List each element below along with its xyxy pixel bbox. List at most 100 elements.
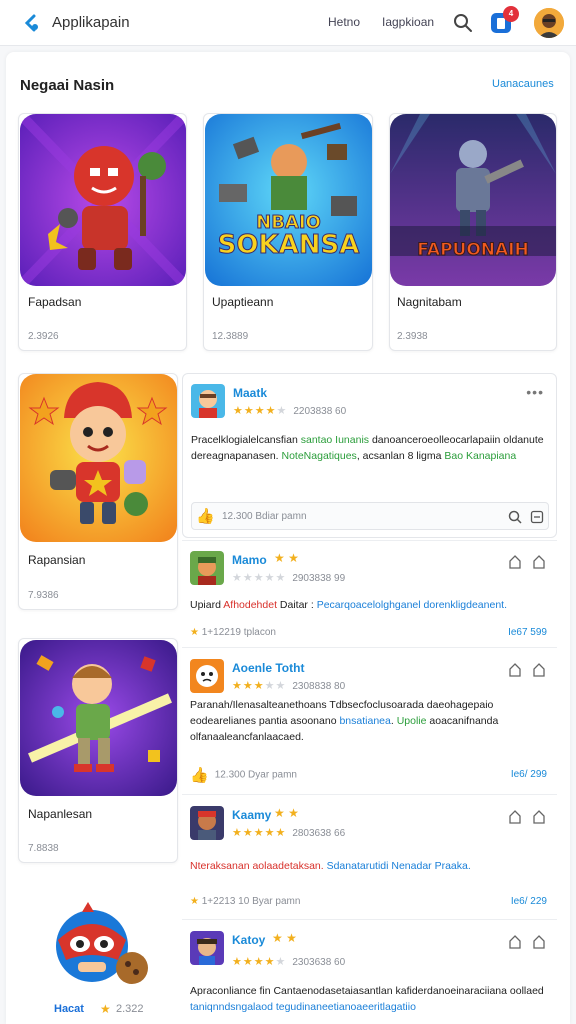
side-art-1	[20, 374, 177, 542]
review-5-text-part: oollaed	[509, 985, 544, 997]
review-5-text-part: Apraconliance fin Cantaenodasetaiasantla…	[190, 985, 510, 997]
search-icon[interactable]	[452, 12, 474, 34]
game-art-2-title: NBAIO SOKANSA	[205, 212, 372, 260]
review-card-5: Katoy ★ ★ ★★★★★ 2303638 60 Apraconliance …	[182, 921, 557, 1024]
side-card-2-meta: 7.8838	[28, 843, 59, 854]
section-title: Negaai Nasin	[20, 77, 115, 94]
review-2-author[interactable]: Mamo	[232, 553, 267, 567]
review-4-foot-text: 1+2213 10 Byar pamn	[201, 896, 301, 907]
review-4-rating: ★★★★★ 2803638 66	[232, 827, 346, 839]
review-3-date: 2308838 80	[292, 681, 346, 692]
review-4-author[interactable]: Kaamy	[232, 808, 271, 822]
review-4-foot: ★ 1+2213 10 Byar pamn	[190, 896, 300, 907]
like-icon[interactable]	[508, 810, 522, 824]
review-5-text: Apraconliance fin Cantaenodasetaiasantla…	[190, 983, 546, 1015]
side-card-2-name: Napanlesan	[28, 807, 93, 821]
review-1-text-part: , acsanlan 8 ligma	[356, 450, 445, 462]
side-card-3-meta: 2.322	[116, 1003, 144, 1015]
review-2-text-part: Upiard	[190, 599, 224, 611]
review-3-link[interactable]: Ie6/ 299	[511, 769, 547, 780]
game-art-3-title: FAPUONAIH	[417, 240, 529, 261]
review-card-4: Kaamy ★ ★ ★★★★★ 2803638 66 Nteraksanan ao…	[182, 796, 557, 920]
star-icon: ★	[190, 896, 199, 907]
review-1-reply-box[interactable]: 👍 12.300 Bdiar pamn	[191, 502, 549, 530]
review-2-text-highlight: Afhodehdet	[223, 599, 277, 611]
review-4-text-highlight: Nteraksanan aolaadetaksan.	[190, 860, 327, 872]
review-5-author[interactable]: Katoy	[232, 933, 265, 947]
app-card-2-meta: 12.3889	[212, 331, 249, 342]
side-card-1-meta: 7.9386	[28, 590, 59, 601]
edit-icon[interactable]	[530, 510, 544, 524]
review-2-avatar	[190, 551, 224, 585]
review-3-author[interactable]: Aoenle Totht	[232, 661, 304, 675]
game-art-3	[390, 114, 556, 286]
review-5-text-highlight: taniqnndsngalaod tegudinaneetianoaeeritl…	[190, 1001, 416, 1013]
like-icon[interactable]	[508, 935, 522, 949]
review-1-text-part: Pracelklogialelcansfian	[191, 434, 301, 446]
review-3-text-highlight: bnsatianea	[339, 715, 391, 727]
review-4-link[interactable]: Ie6/ 229	[511, 896, 547, 907]
review-2-text-part: Daitar :	[277, 599, 317, 611]
review-2-badge-stars: ★ ★	[274, 551, 299, 565]
review-3-foot: 👍 12.300 Dyar pamn	[190, 766, 297, 784]
review-1-text-highlight: NoteNagatiques	[281, 450, 357, 462]
more-options-icon[interactable]: •••	[526, 384, 544, 400]
review-3-rating: ★★★★★ 2308838 80	[232, 680, 346, 692]
nav-item-apps[interactable]: Iagpkioan	[382, 15, 434, 29]
review-2-text-highlight: Pecarqoacelolghganel dorenkligdeanent.	[316, 599, 507, 611]
app-title: Applikapain	[52, 14, 130, 31]
review-5-date: 2303638 60	[292, 957, 346, 968]
review-1-avatar	[191, 384, 225, 418]
app-card-3-meta: 2.3938	[397, 331, 428, 342]
side-card-1-name: Rapansian	[28, 553, 86, 567]
thumbs-up-icon[interactable]: 👍	[190, 767, 209, 784]
review-4-date: 2803638 66	[292, 828, 346, 839]
back-logo-icon[interactable]	[20, 12, 42, 34]
review-3-foot-text: 12.300 Dyar pamn	[214, 769, 297, 781]
review-3-text-highlight: Upolie	[396, 715, 427, 727]
review-1-text: Pracelklogialelcansfian santao Iunanis d…	[191, 432, 547, 464]
side-card-3-star-icon: ★	[100, 1002, 111, 1016]
like-icon[interactable]	[508, 555, 522, 569]
review-2-date: 2903838 99	[292, 573, 346, 584]
review-5-badge-stars: ★ ★	[272, 931, 297, 945]
nav-item-home[interactable]: Hetno	[328, 15, 360, 29]
review-2-text: Upiard Afhodehdet Daitar : Pecarqoacelol…	[190, 597, 546, 613]
review-4-badge-stars: ★ ★	[274, 806, 299, 820]
review-4-avatar	[190, 806, 224, 840]
star-icon: ★	[190, 627, 199, 638]
see-more-link[interactable]: Uanacaunes	[492, 78, 554, 90]
review-5-avatar	[190, 931, 224, 965]
app-card-2-name: Upaptieann	[212, 295, 274, 309]
game-art-2-title-line2: SOKANSA	[217, 230, 360, 260]
review-4-text-highlight: Sdanatarutidi Nenadar Praaka.	[326, 860, 471, 872]
game-art-1	[20, 114, 186, 286]
share-icon[interactable]	[532, 663, 546, 677]
app-card-1-name: Fapadsan	[28, 295, 82, 309]
game-art-2	[205, 114, 372, 286]
app-card-3-name: Nagnitabam	[397, 295, 462, 309]
share-icon[interactable]	[532, 555, 546, 569]
review-1-text-highlight: santao Iunanis	[300, 434, 370, 446]
review-card-2: Mamo ★ ★ ★★★★★ 2903838 99 Upiard Afhodehd…	[182, 540, 557, 648]
review-5-rating: ★★★★★ 2303638 60	[232, 956, 346, 968]
review-1-author[interactable]: Maatk	[233, 386, 267, 400]
thumbs-up-icon[interactable]: 👍	[196, 507, 215, 525]
review-card-3: Aoenle Totht ★★★★★ 2308838 80 Paranah/Ile…	[182, 649, 557, 795]
review-2-foot-text: 1+12219 tplacon	[201, 627, 276, 638]
search-icon[interactable]	[508, 510, 522, 524]
review-1-text-highlight: Bao Kanapiana	[444, 450, 517, 462]
app-card-1-meta: 2.3926	[28, 331, 59, 342]
review-2-link[interactable]: Ie67 599	[508, 627, 547, 638]
review-1-reply-label: 12.300 Bdiar pamn	[222, 511, 307, 522]
like-icon[interactable]	[508, 663, 522, 677]
review-3-avatar	[190, 659, 224, 693]
side-card-3-name: Hacat	[54, 1003, 84, 1015]
review-1-date: 2203838 60	[293, 406, 347, 417]
review-2-foot: ★ 1+12219 tplacon	[190, 627, 276, 638]
share-icon[interactable]	[532, 810, 546, 824]
review-2-rating: ★★★★★ 2903838 99	[232, 572, 346, 584]
review-4-text: Nteraksanan aolaadetaksan. Sdanatarutidi…	[190, 858, 546, 874]
share-icon[interactable]	[532, 935, 546, 949]
user-avatar[interactable]	[534, 8, 564, 38]
